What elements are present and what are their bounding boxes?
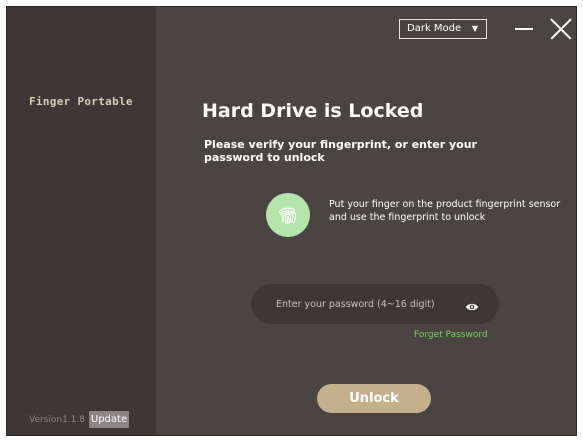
fingerprint-instruction: Put your finger on the product fingerpri… [329, 199, 561, 223]
eye-icon[interactable] [465, 298, 479, 317]
page-title: Hard Drive is Locked [202, 100, 424, 122]
close-icon[interactable] [550, 17, 572, 39]
page-subtitle: Please verify your fingerprint, or enter… [204, 138, 477, 164]
update-button[interactable]: Update [89, 411, 129, 428]
chevron-down-icon: ▼ [471, 24, 478, 33]
theme-mode-value: Dark Mode [407, 23, 462, 34]
app-name: Finger Portable [29, 95, 133, 108]
minimize-icon[interactable] [514, 17, 534, 39]
app-window: Finger Portable Version1.1.8 Update Dark… [6, 6, 577, 436]
unlock-button[interactable]: Unlock [317, 384, 431, 413]
password-field[interactable] [251, 284, 499, 324]
password-input[interactable] [276, 284, 456, 324]
theme-mode-select[interactable]: Dark Mode ▼ [399, 19, 487, 39]
forgot-password-link[interactable]: Forget Password [414, 330, 488, 340]
version-label: Version1.1.8 [29, 415, 85, 425]
sidebar: Finger Portable Version1.1.8 Update [7, 7, 156, 435]
fingerprint-icon [266, 193, 310, 237]
title-bar: Dark Mode ▼ [156, 7, 576, 47]
